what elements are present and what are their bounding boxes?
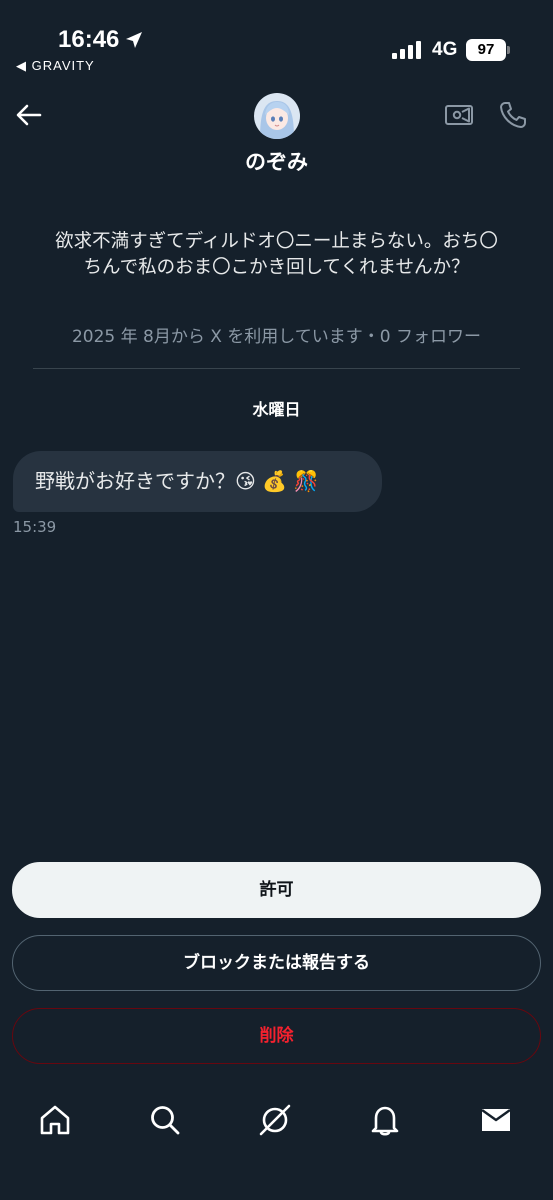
search-icon[interactable] xyxy=(147,1102,183,1138)
clock: 16:46 xyxy=(58,26,120,53)
network-type: 4G xyxy=(432,39,458,60)
avatar-image xyxy=(254,93,300,139)
battery-icon: 97 xyxy=(466,39,506,61)
divider xyxy=(33,368,520,369)
home-icon[interactable] xyxy=(37,1102,73,1138)
joined-date-followers: 2025 年 8月から X を利用しています・0 フォロワー xyxy=(71,327,482,347)
block-or-report-button[interactable]: ブロックまたは報告する xyxy=(12,935,541,991)
allow-button[interactable]: 許可 xyxy=(12,862,541,918)
status-bar: 16:46 ◀ GRAVITY 4G 97 xyxy=(0,0,553,80)
display-name: のぞみ xyxy=(245,150,308,174)
phone-call-icon[interactable] xyxy=(498,100,528,130)
avatar[interactable] xyxy=(254,93,300,139)
location-arrow-icon xyxy=(126,32,142,48)
notifications-icon[interactable] xyxy=(367,1102,403,1138)
delete-button[interactable]: 削除 xyxy=(12,1008,541,1064)
battery-nub xyxy=(507,46,510,54)
profile-bio: 欲求不満すぎてディルドオ〇ニー止まらない。おち〇ちんで私のおま〇こかき回してくれ… xyxy=(55,231,498,278)
messages-icon[interactable] xyxy=(478,1102,514,1138)
back-to-app-link[interactable]: ◀ GRAVITY xyxy=(16,58,95,74)
message-timestamp: 15:39 xyxy=(13,518,57,536)
video-call-icon[interactable] xyxy=(444,100,474,130)
cellular-signal-icon xyxy=(392,41,421,59)
message-bubble[interactable]: 野戦がお好きですか？😘 💰 🎊 xyxy=(13,451,382,512)
day-separator: 水曜日 xyxy=(252,400,301,419)
back-arrow-icon[interactable] xyxy=(14,100,44,130)
bottom-nav xyxy=(0,1080,553,1160)
grok-icon[interactable] xyxy=(257,1102,293,1138)
